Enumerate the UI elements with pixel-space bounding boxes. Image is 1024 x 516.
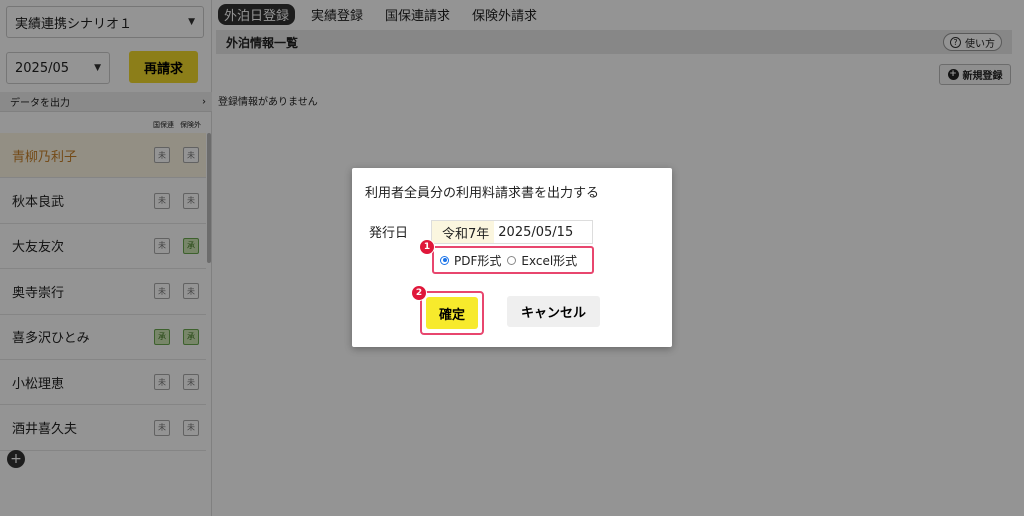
confirm-button-highlight: 確定 [420, 291, 484, 335]
issue-date-label: 発行日 [369, 226, 409, 241]
export-invoice-dialog: 利用者全員分の利用料請求書を出力する 発行日 令和7年 2025/05/15 P… [352, 168, 672, 347]
pdf-format-radio[interactable] [440, 255, 449, 265]
format-radio-group: PDF形式 Excel形式 [432, 246, 594, 274]
dialog-title: 利用者全員分の利用料請求書を出力する [365, 186, 600, 201]
cancel-button[interactable]: キャンセル [507, 296, 600, 327]
era-label: 令和7年 [432, 221, 495, 243]
excel-format-label[interactable]: Excel形式 [521, 252, 577, 269]
excel-format-radio[interactable] [507, 255, 517, 265]
step-marker-1: 1 [419, 239, 435, 255]
step-marker-2: 2 [411, 285, 427, 301]
issue-date-field[interactable]: 令和7年 2025/05/15 [431, 220, 593, 244]
pdf-format-label[interactable]: PDF形式 [454, 252, 501, 269]
confirm-button[interactable]: 確定 [426, 297, 478, 329]
issue-date-value: 2025/05/15 [498, 224, 574, 240]
